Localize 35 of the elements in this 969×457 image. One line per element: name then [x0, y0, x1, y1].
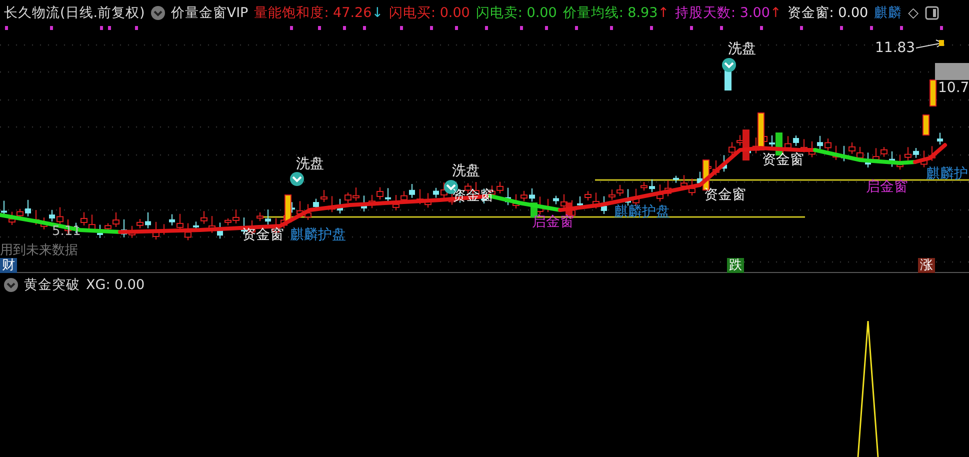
chart-annotation: 麒麟护 — [926, 165, 968, 183]
high-marker — [939, 40, 944, 46]
panel-reading: XG: 0.00 — [86, 277, 145, 293]
chart-annotation: 资金窗 — [704, 186, 746, 204]
price-tag-background — [935, 63, 969, 80]
indicator-name: 价量金窗VIP — [170, 4, 248, 22]
indicator-readout: 闪电买: 0.00 — [389, 4, 470, 22]
stock-title: 长久物流(日线.前复权) — [4, 4, 145, 22]
chevron-down-icon[interactable] — [4, 278, 18, 292]
chart-annotation: 启金窗 — [532, 213, 574, 231]
chart-annotation: 洗盘 — [296, 155, 324, 173]
signal-tag: 跌 — [727, 258, 744, 273]
indicator-readout: 量能饱和度: 47.26↓ — [254, 4, 383, 22]
chart-annotation: 洗盘 — [452, 162, 480, 180]
chart-annotation: 麒麟护盘 — [614, 203, 670, 221]
indicator-readout: 价量均线: 8.93↑ — [562, 4, 670, 22]
chart-annotation: 启金窗 — [866, 178, 908, 196]
chart-annotation: 麒麟护盘 — [290, 226, 346, 244]
indicator-readout: 资金窗: 0.00 — [787, 4, 868, 22]
window-icon[interactable] — [924, 6, 939, 20]
chart-annotation: 洗盘 — [728, 40, 756, 58]
indicator-readout: 麒麟 — [874, 4, 902, 22]
chart-annotation: 资金窗 — [762, 151, 804, 169]
chevron-down-icon — [290, 172, 304, 186]
panel-title: 黄金突破 — [24, 276, 80, 294]
chevron-down-icon[interactable] — [150, 6, 165, 20]
chevron-down-icon — [722, 58, 736, 72]
price-label: 11.83 — [875, 40, 916, 56]
diamond-mark[interactable]: ◇ — [908, 4, 919, 20]
indicator-readout: 闪电卖: 0.00 — [476, 4, 557, 22]
price-label: 10.7 — [938, 80, 969, 96]
warning-text: 用到未来数据 — [0, 242, 78, 258]
indicator-readout: 持股天数: 3.00↑ — [675, 4, 782, 22]
signal-tag: 涨 — [918, 258, 935, 273]
signal-tag: 财 — [0, 258, 17, 273]
